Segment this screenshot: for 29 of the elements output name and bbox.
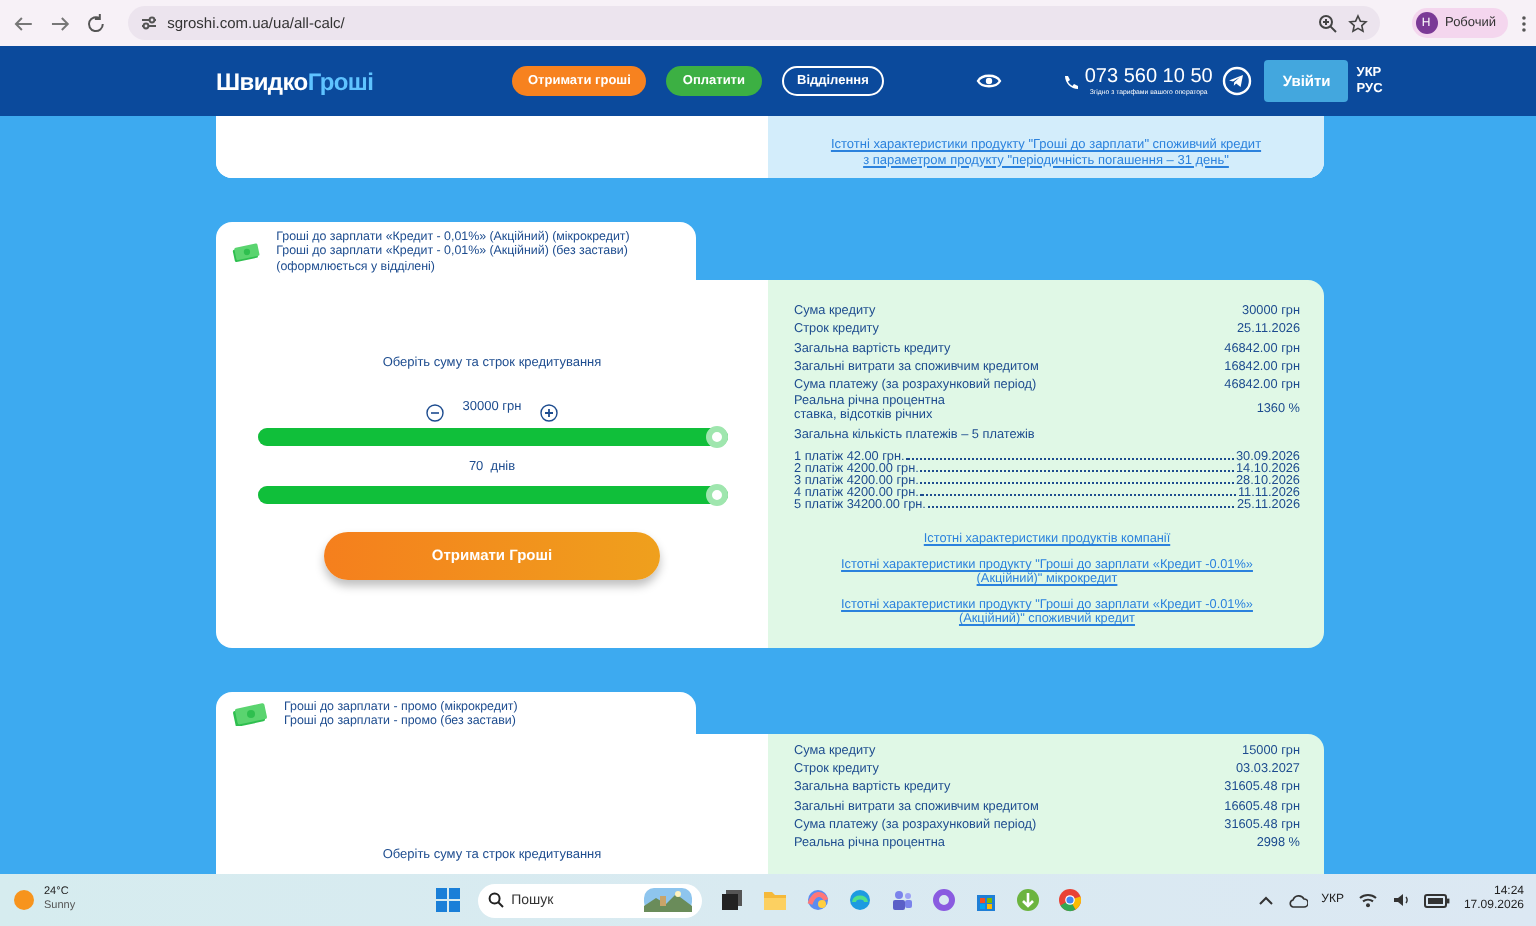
- zoom-icon[interactable]: [1317, 13, 1338, 33]
- forward-arrow-icon[interactable]: [47, 11, 72, 35]
- phone-number[interactable]: 073 560 10 50: [1084, 66, 1213, 88]
- site-settings-icon[interactable]: [139, 14, 158, 32]
- swirl-icon[interactable]: [805, 888, 830, 912]
- money-icon: [232, 239, 261, 264]
- slider-handle[interactable]: [705, 483, 727, 506]
- telegram-icon[interactable]: [1222, 66, 1253, 96]
- money-icon: [232, 702, 268, 727]
- ring-icon[interactable]: [931, 888, 956, 912]
- chevron-up-icon[interactable]: [1257, 894, 1274, 906]
- phone-icon: [1062, 73, 1079, 89]
- cloud-icon[interactable]: [1287, 891, 1308, 909]
- slider-handle[interactable]: [705, 425, 727, 448]
- eye-icon[interactable]: [976, 72, 1003, 90]
- window-stack-icon[interactable]: [719, 888, 744, 912]
- circle-arrow-icon[interactable]: [1015, 888, 1040, 912]
- star-icon[interactable]: [1347, 13, 1368, 33]
- reload-icon[interactable]: [83, 11, 108, 35]
- minus-icon: [426, 403, 445, 422]
- plus-icon: [539, 403, 558, 422]
- search-icon: [487, 892, 504, 908]
- speaker-icon[interactable]: [1391, 892, 1410, 908]
- people-icon[interactable]: [889, 888, 914, 912]
- menu-icon[interactable]: [1520, 13, 1528, 33]
- windows-logo-icon[interactable]: [435, 888, 460, 912]
- battery-icon[interactable]: [1423, 893, 1450, 907]
- logo[interactable]: ШвидкоГроші: [216, 67, 376, 95]
- wifi-icon[interactable]: [1357, 892, 1378, 908]
